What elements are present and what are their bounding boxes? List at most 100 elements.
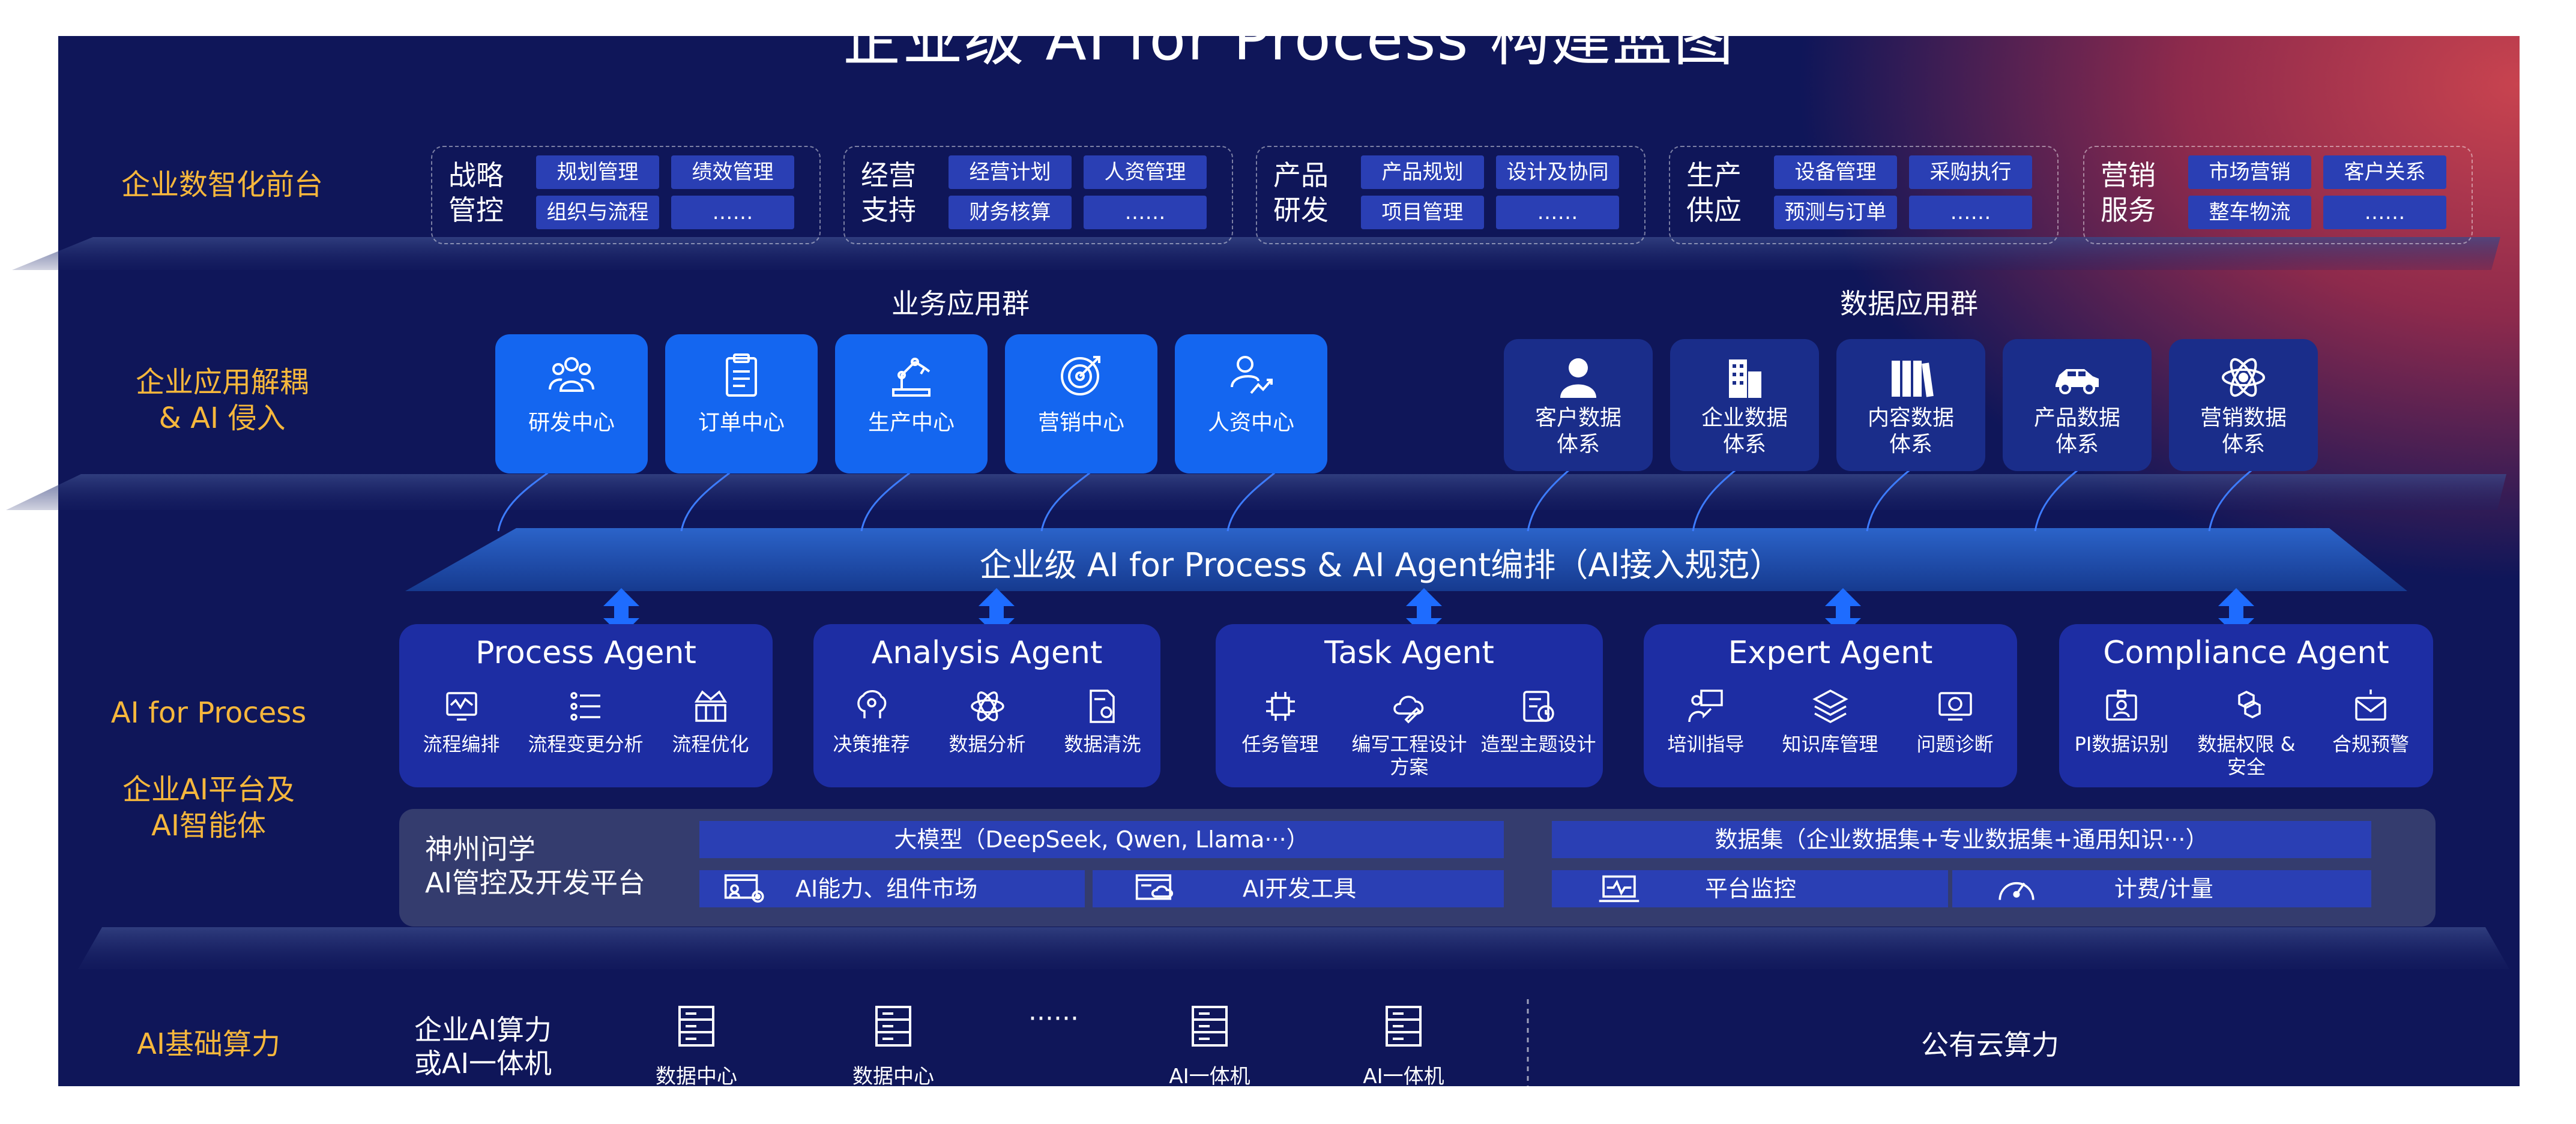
front-category-3-item-2[interactable]: 设计及协同 xyxy=(1496,155,1619,189)
app-card-order[interactable]: 订单中心 xyxy=(665,334,818,473)
crown-grid-icon xyxy=(694,690,727,722)
compute-item-4[interactable]: AI一体机 xyxy=(1344,1002,1464,1089)
platform-tool-billing-label: 计费/计量 xyxy=(2114,876,2213,902)
agent-4-capability-2[interactable]: 知识库管理 xyxy=(1768,687,1892,756)
agent-1-capability-1[interactable]: 流程编排 xyxy=(399,687,523,756)
front-category-1-item-2[interactable]: 绩效管理 xyxy=(671,155,794,189)
screen-cloud-icon xyxy=(1135,874,1174,900)
front-category-1-item-1[interactable]: 规划管理 xyxy=(536,155,659,189)
platform-label: 神州问学 AI管控及开发平台 xyxy=(425,832,689,900)
front-category-4-item-3[interactable]: 预测与订单 xyxy=(1774,196,1897,229)
agent-card-1[interactable]: Process Agent 流程编排 流程变更分析 流程优化 xyxy=(399,624,773,787)
data-app-label-customer-line1: 客户数据 xyxy=(1534,406,1621,430)
agent-2-capability-3-line1: 数据清洗 xyxy=(1064,733,1141,756)
slab-platform xyxy=(78,927,2509,969)
agent-3-capability-2[interactable]: 编写工程设计方案 xyxy=(1345,687,1474,778)
front-category-4-item-1[interactable]: 设备管理 xyxy=(1774,155,1897,189)
data-app-card-content[interactable]: 内容数据 体系 xyxy=(1836,339,1985,471)
app-label-production: 生产中心 xyxy=(867,410,955,435)
teacher-icon xyxy=(1688,690,1723,723)
server-icon xyxy=(1386,1006,1422,1047)
data-app-label-marketing-line1: 营销数据 xyxy=(2200,406,2287,430)
agent-card-2[interactable]: Analysis Agent 决策推荐 数据分析 数据清洗 xyxy=(813,624,1160,787)
agent-4-capability-3[interactable]: 问题诊断 xyxy=(1893,687,2017,756)
agent-name-4: Expert Agent xyxy=(1728,635,1933,671)
public-cloud-compute[interactable]: 公有云算力 xyxy=(1801,1023,2179,1063)
agent-1-capability-2[interactable]: 流程变更分析 xyxy=(523,687,648,756)
agent-name-5: Compliance Agent xyxy=(2103,635,2389,671)
app-label-rd: 研发中心 xyxy=(528,410,615,435)
agent-1-capability-3[interactable]: 流程优化 xyxy=(648,687,773,756)
data-app-label-content-line1: 内容数据 xyxy=(1867,406,1954,430)
car-icon xyxy=(2056,369,2099,394)
compute-label: 企业AI算力 或AI一体机 xyxy=(414,1013,654,1080)
app-card-marketing[interactable]: 营销中心 xyxy=(1005,334,1157,473)
app-card-rd[interactable]: 研发中心 xyxy=(495,334,648,473)
compute-item-1[interactable]: 数据中心 xyxy=(636,1002,756,1089)
app-card-production[interactable]: 生产中心 xyxy=(835,334,988,473)
front-category-3-item-3[interactable]: 项目管理 xyxy=(1361,196,1484,229)
slab-apps xyxy=(6,474,2506,510)
front-category-3-item-4[interactable]: …… xyxy=(1496,196,1619,229)
app-label-order: 订单中心 xyxy=(698,410,785,435)
front-category-3-title-line2: 研发 xyxy=(1273,194,1329,226)
agent-card-5[interactable]: Compliance Agent PI数据识别 数据权限 & 安全 合规预警 xyxy=(2059,624,2433,787)
dataset-bar[interactable]: 数据集（企业数据集+专业数据集+通用知识···） xyxy=(1552,821,2371,858)
front-category-5-item-4[interactable]: …… xyxy=(2323,196,2446,229)
compute-item-2[interactable]: 数据中心 xyxy=(833,1002,953,1089)
front-category-2-item-4[interactable]: …… xyxy=(1084,196,1207,229)
agent-card-4[interactable]: Expert Agent 培训指导 知识库管理 问题诊断 xyxy=(1644,624,2017,787)
agent-5-capability-2[interactable]: 数据权限 & 安全 xyxy=(2184,687,2309,778)
compute-ellipsis: ······ xyxy=(1028,1003,1079,1034)
monitor-wave-icon xyxy=(445,692,477,721)
agent-4-capability-1-line1: 培训指导 xyxy=(1667,733,1745,756)
front-category-4-title-line2: 供应 xyxy=(1686,194,1742,226)
front-category-5-item-2[interactable]: 客户关系 xyxy=(2323,155,2446,189)
platform-tool-devtools[interactable]: AI开发工具 xyxy=(1093,870,1504,907)
app-label-marketing: 营销中心 xyxy=(1037,410,1124,435)
front-category-2-item-2[interactable]: 人资管理 xyxy=(1084,155,1207,189)
agent-3-capability-1[interactable]: 任务管理 xyxy=(1216,687,1345,756)
front-category-5-item-3[interactable]: 整车物流 xyxy=(2188,196,2311,229)
agent-4-capability-1[interactable]: 培训指导 xyxy=(1644,687,1768,756)
data-apps-title: 数据应用群 xyxy=(1840,287,1978,320)
platform-tool-monitoring[interactable]: 平台监控 xyxy=(1552,870,1948,907)
front-category-4-item-2[interactable]: 采购执行 xyxy=(1909,155,2032,189)
app-card-hr[interactable]: 人资中心 xyxy=(1175,334,1327,473)
agent-5-capability-2-line2: 安全 xyxy=(2227,756,2266,778)
front-category-2-item-1[interactable]: 经营计划 xyxy=(949,155,1072,189)
agent-2-capability-1[interactable]: 决策推荐 xyxy=(813,687,929,756)
agent-3-capability-2-line1: 编写工程设计方案 xyxy=(1351,733,1467,778)
agent-5-capability-3[interactable]: 合规预警 xyxy=(2308,687,2433,756)
row-label-platform: 企业AI平台及 AI智能体 xyxy=(90,772,327,844)
agent-2-capability-3[interactable]: 数据清洗 xyxy=(1045,687,1160,756)
front-category-3-item-1[interactable]: 产品规划 xyxy=(1361,155,1484,189)
data-app-card-enterprise[interactable]: 企业数据 体系 xyxy=(1670,339,1819,471)
platform-tool-billing[interactable]: 计费/计量 xyxy=(1952,870,2371,907)
data-app-label-content-line2: 体系 xyxy=(1889,432,1932,457)
data-app-card-product[interactable]: 产品数据 体系 xyxy=(2003,339,2152,471)
front-category-1-title-line2: 管控 xyxy=(448,194,504,226)
front-category-1-item-4[interactable]: …… xyxy=(671,196,794,229)
layers-icon xyxy=(1812,690,1848,723)
data-app-card-marketing[interactable]: 营销数据 体系 xyxy=(2169,339,2318,471)
platform-tool-market[interactable]: AI能力、组件市场 xyxy=(699,870,1085,907)
agent-card-3[interactable]: Task Agent 任务管理 编写工程设计方案 造型主题设计 xyxy=(1216,624,1603,787)
agent-1-capability-3-line1: 流程优化 xyxy=(672,733,749,756)
row-label-apps-line2: & AI 侵入 xyxy=(158,401,286,435)
compute-item-3[interactable]: AI一体机 xyxy=(1150,1002,1270,1089)
front-category-1-item-3[interactable]: 组织与流程 xyxy=(536,196,659,229)
agent-2-capability-2[interactable]: 数据分析 xyxy=(929,687,1045,756)
row-label-ai-process: AI for Process xyxy=(110,696,307,730)
agent-name-1: Process Agent xyxy=(475,635,696,671)
row-label-front: 企业数智化前台 xyxy=(121,168,323,202)
front-category-4-item-4[interactable]: …… xyxy=(1909,196,2032,229)
agent-3-capability-3[interactable]: 造型主题设计 xyxy=(1474,687,1603,756)
front-category-2-item-3[interactable]: 财务核算 xyxy=(949,196,1072,229)
books-icon xyxy=(1892,361,1934,397)
data-app-card-customer[interactable]: 客户数据 体系 xyxy=(1504,339,1653,471)
large-model-bar[interactable]: 大模型（DeepSeek, Qwen, Llama···） xyxy=(699,821,1504,858)
front-category-5-item-1[interactable]: 市场营销 xyxy=(2188,155,2311,189)
agent-5-capability-1[interactable]: PI数据识别 xyxy=(2059,687,2184,756)
checklist-clock-icon xyxy=(1522,691,1554,722)
